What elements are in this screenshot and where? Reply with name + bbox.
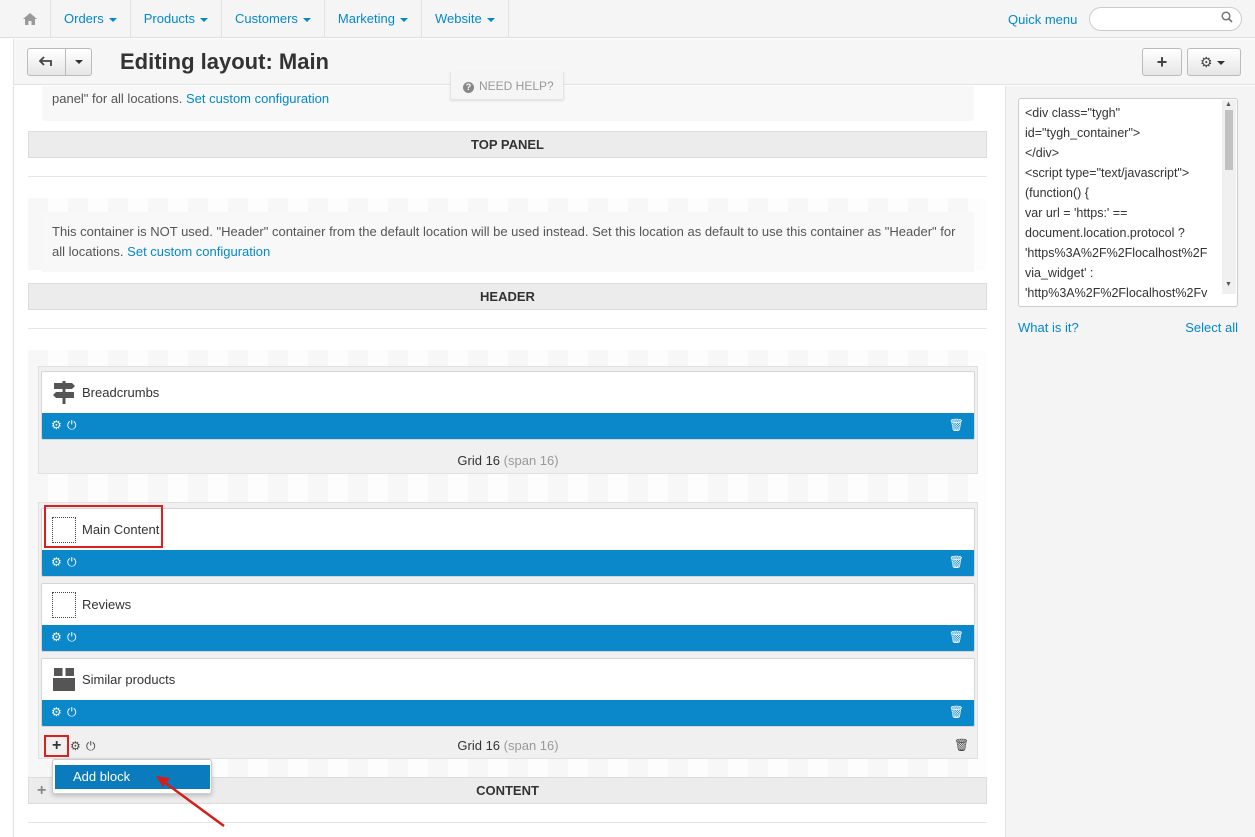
widget-code-textarea[interactable]: <div class="tygh" id="tygh_container"> <…: [1018, 98, 1238, 307]
gear-icon[interactable]: ⚙: [51, 705, 62, 719]
top-panel-label: TOP PANEL: [28, 131, 987, 158]
nav-orders-label: Orders: [64, 11, 104, 26]
block-name: Similar products: [82, 672, 176, 687]
content-label-text: CONTENT: [476, 783, 539, 798]
grid-span: (span 16): [503, 738, 559, 753]
power-icon[interactable]: ⏻: [67, 555, 77, 569]
back-dropdown-button[interactable]: [66, 49, 91, 75]
nav-customers[interactable]: Customers: [221, 0, 324, 38]
block-header: Breadcrumbs: [42, 372, 974, 413]
top-panel-custom-config-link[interactable]: Set custom configuration: [186, 91, 329, 106]
grid-2-label: Grid 16 (span 16): [38, 738, 978, 753]
header-label: HEADER: [28, 283, 987, 310]
chevron-down-icon: [108, 17, 117, 22]
nav-marketing[interactable]: Marketing: [323, 0, 421, 38]
select-all-link[interactable]: Select all: [1185, 320, 1238, 335]
power-icon[interactable]: ⏻: [67, 705, 77, 719]
need-help-tab[interactable]: ? NEED HELP?: [450, 72, 564, 100]
block-reviews[interactable]: Reviews ⚙ ⏻ 🗑: [41, 583, 975, 652]
grid-span: (span 16): [503, 453, 559, 468]
scrollbar[interactable]: ▲ ▼: [1222, 100, 1236, 294]
plus-icon: +: [1156, 52, 1168, 72]
chevron-down-icon: [1216, 61, 1225, 66]
back-button[interactable]: [28, 49, 66, 75]
scrollbar-thumb[interactable]: [1225, 110, 1233, 170]
block-name: Reviews: [82, 597, 132, 612]
nav-products-label: Products: [143, 11, 196, 26]
divider: [28, 328, 987, 329]
gear-icon[interactable]: ⚙: [51, 630, 62, 644]
block-main-content[interactable]: Main Content ⚙ ⏻ 🗑: [41, 508, 975, 577]
gear-icon[interactable]: ⚙: [51, 418, 62, 432]
gear-icon: ⚙: [1200, 54, 1213, 70]
quick-menu-link[interactable]: Quick menu: [1008, 12, 1077, 27]
chevron-down-icon: [200, 17, 209, 22]
chevron-down-icon: [302, 17, 311, 22]
header-notice: This container is NOT used. "Header" con…: [42, 212, 974, 272]
block-toolbar: ⚙ ⏻ 🗑: [42, 625, 974, 651]
block-similar-products[interactable]: Similar products ⚙ ⏻ 🗑: [41, 658, 975, 727]
power-icon[interactable]: ⏻: [67, 630, 77, 644]
nav-website[interactable]: Website: [420, 0, 509, 38]
nav-marketing-label: Marketing: [337, 11, 395, 26]
dotted-box-icon: [52, 592, 76, 618]
block-breadcrumbs[interactable]: Breadcrumbs ⚙ ⏻ 🗑: [41, 371, 975, 440]
grid-name: Grid 16: [457, 738, 501, 753]
block-toolbar: ⚙ ⏻ 🗑: [42, 550, 974, 576]
top-navigation: Orders Products Customers Marketing Webs…: [0, 0, 1255, 38]
page-title: Editing layout: Main: [120, 49, 329, 74]
add-grid-icon[interactable]: +: [37, 782, 46, 800]
chevron-down-icon: [75, 60, 83, 64]
widget-code-text: <div class="tygh" id="tygh_container"> <…: [1025, 106, 1208, 300]
block-toolbar: ⚙ ⏻ 🗑: [42, 413, 974, 439]
box-icon: [53, 668, 75, 691]
block-header: Similar products: [42, 659, 974, 700]
power-icon[interactable]: ⏻: [67, 418, 77, 432]
trash-icon[interactable]: 🗑: [954, 738, 969, 752]
top-panel-notice-text: panel" for all locations.: [52, 91, 183, 106]
header-custom-config-link[interactable]: Set custom configuration: [127, 244, 270, 259]
block-toolbar: ⚙ ⏻ 🗑: [42, 700, 974, 726]
question-icon: ?: [463, 82, 474, 93]
nav-customers-label: Customers: [235, 11, 298, 26]
block-header: Main Content: [42, 509, 974, 550]
layout-editor: panel" for all locations. Set custom con…: [13, 86, 1005, 837]
sidebar: <div class="tygh" id="tygh_container"> <…: [1005, 86, 1255, 837]
home-icon[interactable]: [12, 8, 48, 30]
divider: [28, 176, 987, 177]
highlight-main-content: [44, 505, 163, 548]
grid-1-label: Grid 16 (span 16): [38, 453, 978, 468]
trash-icon[interactable]: 🗑: [949, 555, 964, 569]
chevron-down-icon: [486, 17, 495, 22]
what-is-it-link[interactable]: What is it?: [1018, 320, 1079, 335]
nav-orders[interactable]: Orders: [50, 0, 130, 38]
nav-website-label: Website: [434, 11, 482, 26]
signpost-icon: [53, 381, 75, 404]
back-button-group: [27, 48, 92, 76]
nav-products[interactable]: Products: [129, 0, 221, 38]
block-header: Reviews: [42, 584, 974, 625]
need-help-label: NEED HELP?: [479, 79, 554, 93]
search-input[interactable]: [1089, 7, 1242, 31]
trash-icon[interactable]: 🗑: [949, 418, 964, 432]
arrow-annotation-icon: [156, 776, 225, 828]
trash-icon[interactable]: 🗑: [949, 630, 964, 644]
scroll-up-icon[interactable]: ▲: [1225, 101, 1232, 108]
settings-button[interactable]: ⚙: [1187, 48, 1241, 76]
trash-icon[interactable]: 🗑: [949, 705, 964, 719]
gear-icon[interactable]: ⚙: [51, 555, 62, 569]
search-icon[interactable]: [1221, 11, 1233, 26]
grid-name: Grid 16: [457, 453, 501, 468]
chevron-down-icon: [399, 17, 408, 22]
block-name: Breadcrumbs: [82, 385, 160, 400]
scroll-down-icon[interactable]: ▼: [1225, 281, 1232, 288]
add-button[interactable]: +: [1142, 48, 1182, 76]
page-header: Editing layout: Main + ⚙: [13, 39, 1255, 85]
